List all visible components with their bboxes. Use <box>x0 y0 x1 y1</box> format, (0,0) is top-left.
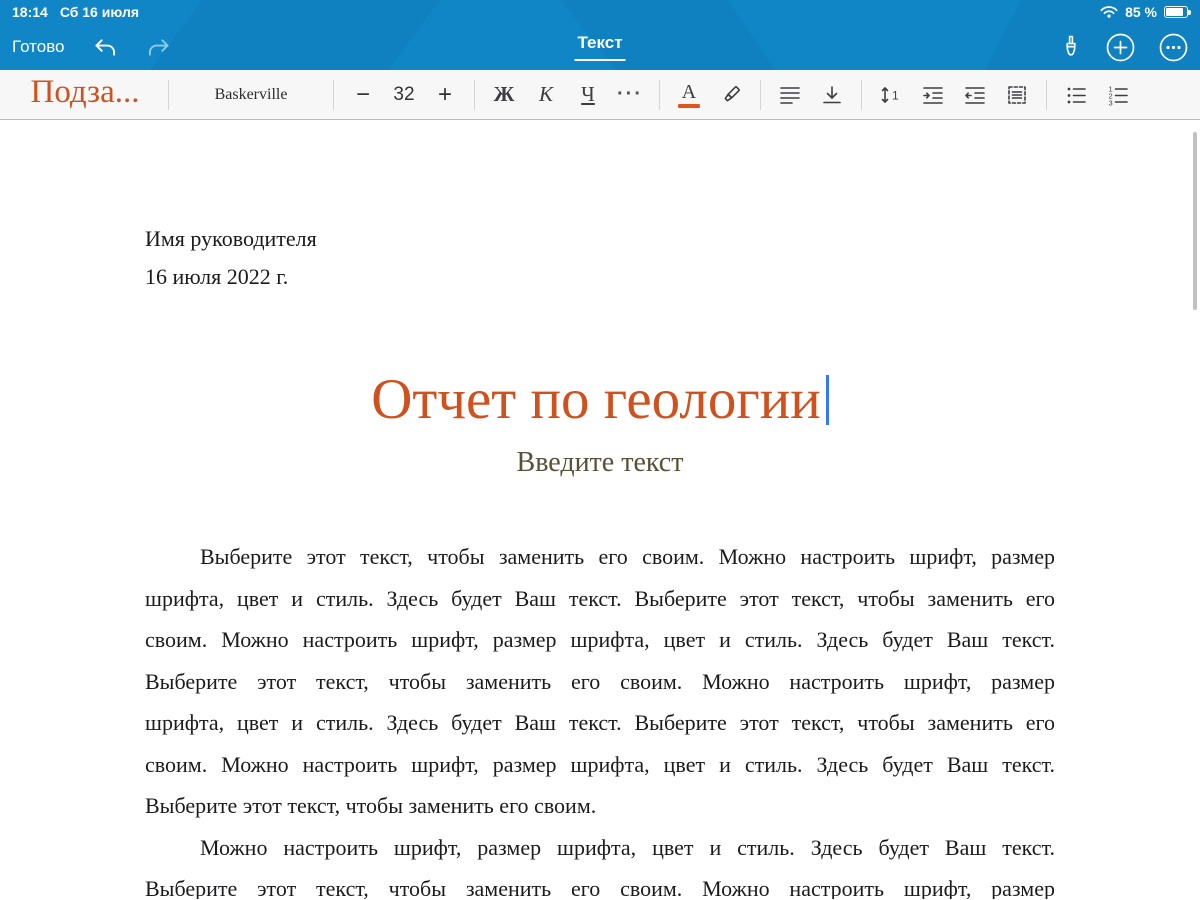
undo-button[interactable] <box>93 37 118 58</box>
wifi-icon <box>1100 5 1118 19</box>
text-color-label: A <box>682 82 696 102</box>
body-line[interactable]: Выберите этот текст, чтобы заменить его … <box>145 785 1055 827</box>
bulleted-list-button[interactable] <box>1055 70 1097 120</box>
body-line[interactable]: шрифта, цвет и стиль. Здесь будет Ваш те… <box>145 702 1055 744</box>
bulleted-list-icon <box>1065 84 1087 106</box>
done-button[interactable]: Готово <box>12 37 65 57</box>
text-color-swatch <box>678 104 700 108</box>
battery-percent: 85 % <box>1125 4 1157 20</box>
italic-button[interactable]: К <box>525 70 567 120</box>
font-family-button[interactable]: Baskerville <box>177 70 325 120</box>
format-toolbar: Подза... Baskerville − 32 + Ж К Ч ··· A <box>0 70 1200 120</box>
toolbar-divider <box>1046 80 1047 110</box>
text-color-button[interactable]: A <box>668 70 710 120</box>
body-line[interactable]: Выберите этот текст, чтобы заменить его … <box>145 868 1055 899</box>
plus-circle-icon <box>1106 33 1135 62</box>
font-size-increase-button[interactable]: + <box>424 70 466 120</box>
svg-text:1: 1 <box>892 88 899 102</box>
body-line[interactable]: Выберите этот текст, чтобы заменить его … <box>145 661 1055 703</box>
more-text-options-button[interactable]: ··· <box>609 70 651 120</box>
toolbar-divider <box>333 80 334 110</box>
text-box-button[interactable] <box>996 70 1038 120</box>
battery-nub <box>1188 10 1191 15</box>
paragraph-style-button[interactable]: Подза... <box>10 70 160 120</box>
text-box-icon <box>1006 84 1028 106</box>
indent-increase-icon <box>922 84 944 106</box>
body-line[interactable]: шрифта, цвет и стиль. Здесь будет Ваш те… <box>145 578 1055 620</box>
more-menu-button[interactable] <box>1159 33 1188 62</box>
highlighter-icon <box>720 84 742 106</box>
app-header: 18:14 Сб 16 июля 85 % Готово <box>0 0 1200 70</box>
paintbrush-icon <box>1060 35 1082 59</box>
toolbar-divider <box>760 80 761 110</box>
line-spacing-icon: 1 <box>880 84 902 106</box>
battery-fill <box>1166 8 1183 16</box>
clock: 18:14 <box>12 4 48 20</box>
svg-text:3: 3 <box>1109 98 1113 106</box>
vertical-align-button[interactable] <box>811 70 853 120</box>
status-bar: 18:14 Сб 16 июля 85 % <box>0 0 1200 24</box>
insert-button[interactable] <box>1106 33 1135 62</box>
nav-bar: Готово Текст <box>0 24 1200 70</box>
underline-button[interactable]: Ч <box>567 70 609 120</box>
body-line[interactable]: своим. Можно настроить шрифт, размер шри… <box>145 619 1055 661</box>
tab-text[interactable]: Текст <box>574 33 625 61</box>
toolbar-divider <box>168 80 169 110</box>
ellipsis-circle-icon <box>1159 33 1188 62</box>
text-cursor <box>826 375 829 425</box>
document-title[interactable]: Отчет по геологии <box>145 364 1055 436</box>
numbered-list-icon: 1 2 3 <box>1107 84 1129 106</box>
body-line[interactable]: Можно настроить шрифт, размер шрифта, цв… <box>145 827 1055 869</box>
body-line[interactable]: своим. Можно настроить шрифт, размер шри… <box>145 744 1055 786</box>
scrollbar-thumb[interactable] <box>1193 132 1197 310</box>
indent-increase-button[interactable] <box>912 70 954 120</box>
format-brush-button[interactable] <box>1060 35 1082 59</box>
align-text-icon <box>779 84 801 106</box>
numbered-list-button[interactable]: 1 2 3 <box>1097 70 1139 120</box>
toolbar-divider <box>861 80 862 110</box>
toolbar-divider <box>474 80 475 110</box>
redo-button[interactable] <box>146 37 171 58</box>
battery-icon <box>1164 6 1188 18</box>
line-spacing-button[interactable]: 1 <box>870 70 912 120</box>
indent-decrease-button[interactable] <box>954 70 996 120</box>
undo-icon <box>93 37 118 58</box>
status-date: Сб 16 июля <box>60 4 139 20</box>
body-line[interactable]: Выберите этот текст, чтобы заменить его … <box>145 536 1055 578</box>
alignment-button[interactable] <box>769 70 811 120</box>
indent-decrease-icon <box>964 84 986 106</box>
document-subtitle[interactable]: Введите текст <box>145 442 1055 484</box>
document-canvas[interactable]: Имя руководителя 16 июля 2022 г. Отчет п… <box>0 120 1200 899</box>
redo-icon <box>146 37 171 58</box>
pages-app-window: 18:14 Сб 16 июля 85 % Готово <box>0 0 1200 900</box>
font-size-decrease-button[interactable]: − <box>342 70 384 120</box>
date-line[interactable]: 16 июля 2022 г. <box>145 258 1055 296</box>
author-line[interactable]: Имя руководителя <box>145 220 1055 258</box>
font-size-value: 32 <box>384 84 424 106</box>
highlight-button[interactable] <box>710 70 752 120</box>
bold-button[interactable]: Ж <box>483 70 525 120</box>
toolbar-divider <box>659 80 660 110</box>
document-title-text: Отчет по геологии <box>371 368 820 431</box>
align-bottom-icon <box>821 84 843 106</box>
body-text: Выберите этот текст, чтобы заменить его … <box>145 536 1055 899</box>
